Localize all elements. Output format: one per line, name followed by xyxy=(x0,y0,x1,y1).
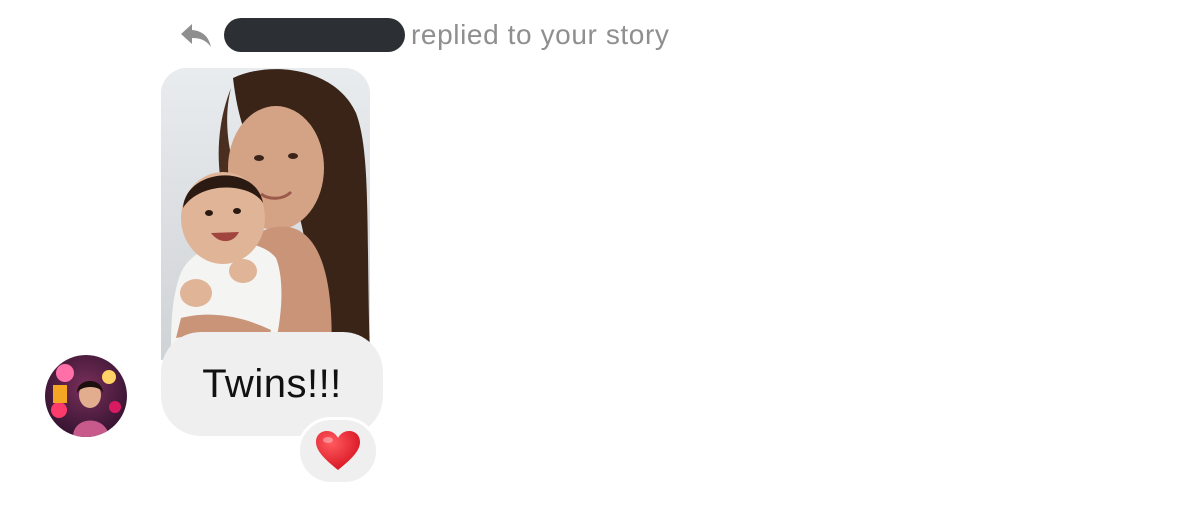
redacted-username[interactable] xyxy=(224,18,405,52)
message-text: Twins!!! xyxy=(202,361,342,406)
story-photo xyxy=(161,68,370,360)
heart-icon xyxy=(316,431,360,470)
dm-thread: replied to your story Twins!!! xyxy=(0,0,1200,509)
profile-avatar xyxy=(45,355,127,437)
reply-arrow-icon xyxy=(181,24,211,47)
avatar[interactable] xyxy=(45,355,127,437)
reply-status-text: replied to your story xyxy=(411,19,670,50)
story-reply-header: replied to your story xyxy=(178,16,670,54)
story-thumbnail[interactable] xyxy=(161,68,370,360)
reaction-badge[interactable] xyxy=(297,417,379,485)
